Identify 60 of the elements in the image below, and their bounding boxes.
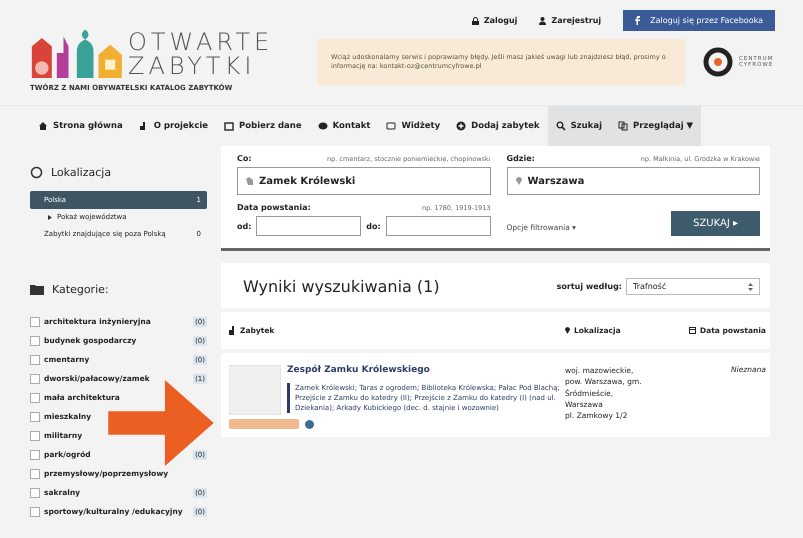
results-title: Wyniki wyszukiwania (1) <box>243 277 440 296</box>
category-checkbox[interactable] <box>30 354 40 364</box>
category-checkbox[interactable] <box>30 506 40 516</box>
padlock-icon <box>472 16 479 24</box>
home-icon <box>38 121 48 131</box>
category-checkbox[interactable] <box>30 412 40 422</box>
category-checkbox[interactable] <box>30 316 40 326</box>
facebook-icon <box>635 16 640 25</box>
category-checkbox[interactable] <box>30 468 40 478</box>
user-icon <box>539 16 546 24</box>
search-button[interactable]: SZUKAJ ▸ <box>671 211 760 236</box>
window-icon <box>386 121 396 131</box>
map-pin-icon <box>516 177 522 185</box>
search-icon <box>556 121 566 131</box>
category-checkbox[interactable] <box>30 430 40 440</box>
circle-icon <box>30 166 43 179</box>
category-checkbox[interactable] <box>30 450 40 460</box>
category-checkbox[interactable] <box>30 488 40 498</box>
info-icon <box>305 420 314 428</box>
nav-link[interactable]: Szukaj <box>548 106 610 146</box>
category-checkbox[interactable] <box>30 392 40 402</box>
section-title: Kategorie: <box>52 283 109 296</box>
result-title-link[interactable]: Zespół Zamku Królewskiego <box>287 365 430 375</box>
nav-link[interactable]: O projekcie <box>130 106 216 146</box>
nav-link[interactable]: Pobierz dane <box>216 106 310 146</box>
login-link[interactable]: Zaloguj <box>484 16 518 25</box>
copy-icon <box>618 121 628 131</box>
category-checkbox[interactable] <box>30 336 40 346</box>
field-label: Gdzie: <box>506 154 535 163</box>
field-label: do: <box>366 222 381 230</box>
field-label: Data powstania: <box>237 203 311 212</box>
nav-link[interactable]: Kontakt <box>310 106 378 146</box>
plus-circle-icon <box>456 121 466 131</box>
map-pin-icon <box>565 327 570 334</box>
date-field[interactable] <box>256 216 362 236</box>
up-down-arrows-icon <box>748 282 753 290</box>
date-field[interactable] <box>386 216 490 236</box>
monument-icon <box>229 326 236 335</box>
status-badge <box>229 419 299 429</box>
input-field[interactable]: Zamek Królewski <box>237 167 490 195</box>
partner-logo-icon <box>703 46 733 77</box>
photo-placeholder <box>229 365 281 415</box>
category-checkbox[interactable] <box>30 374 40 384</box>
nav-link[interactable]: Strona główna <box>30 106 131 146</box>
folder-icon <box>30 284 44 295</box>
logo-title: ZABYTKI <box>128 54 256 78</box>
field-label: Co: <box>237 154 252 163</box>
register-link[interactable]: Zarejestruj <box>551 16 602 25</box>
facebook-login-button[interactable]: Zaloguj się przez Facebooka <box>623 10 775 31</box>
nav-link[interactable]: Przeglądaj ▼ <box>610 106 702 146</box>
nav-link[interactable]: Dodaj zabytek <box>448 106 548 146</box>
section-title: Lokalizacja <box>51 166 112 179</box>
sort-dropdown[interactable]: Trafność <box>626 278 760 295</box>
colorful-buildings-logo-icon <box>30 28 122 78</box>
input-field[interactable]: Warszawa <box>506 167 760 195</box>
nav-link[interactable]: Widżety <box>378 106 448 146</box>
sort-label: sortuj według: <box>556 282 622 291</box>
field-label: od: <box>237 222 252 230</box>
triangle-bullet-icon <box>48 214 52 220</box>
logo-title: OTWARTE <box>128 30 274 54</box>
